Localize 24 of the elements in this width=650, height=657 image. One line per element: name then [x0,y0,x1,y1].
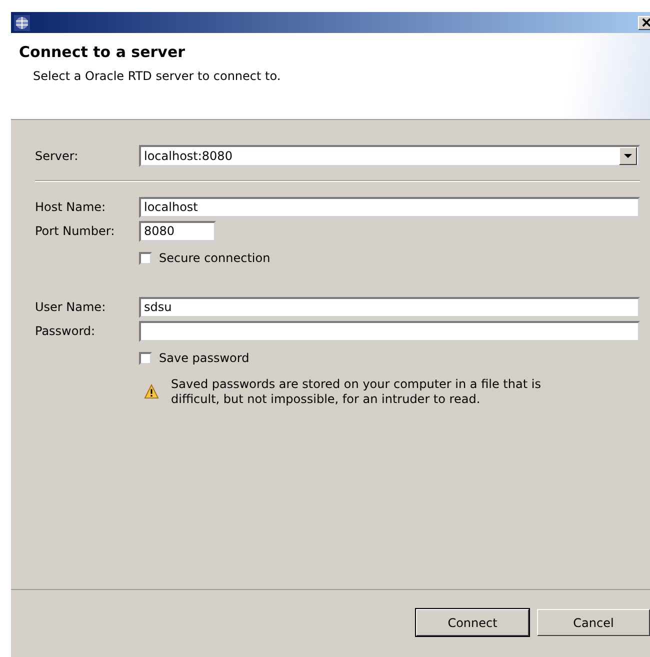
input-field[interactable]: localhost [139,196,640,218]
dialog-description: Select a Oracle RTD server to connect to. [32,68,282,83]
server-dropdown[interactable]: localhost:8080 [139,145,640,167]
field-label: User Name: [35,300,107,314]
field-label: Password: [35,324,96,338]
checkbox[interactable] [139,352,152,364]
checkbox-label: Save password [159,351,250,365]
input-field[interactable]: 8080 [139,220,216,242]
caret-icon [624,154,632,158]
field-label: Server: [35,149,80,163]
field-label: Port Number: [35,224,116,238]
checkbox[interactable] [139,252,152,264]
warning-icon [144,384,159,399]
warning-text: Saved passwords are stored on your computer in a file that is difficult, but not impossible, for an intruder to read. [171,377,542,407]
checkbox-label: Secure connection [159,251,270,265]
input-field[interactable] [139,320,640,342]
dialog-button[interactable]: Connect [416,609,529,636]
close-button[interactable] [638,16,650,30]
dropdown-button[interactable] [619,147,637,165]
dialog-heading: Connect to a server [18,42,186,61]
field-label: Host Name: [35,200,107,214]
globe-icon [14,14,30,30]
dialog-button[interactable]: Cancel [537,609,650,636]
input-field[interactable]: sdsu [139,296,640,318]
